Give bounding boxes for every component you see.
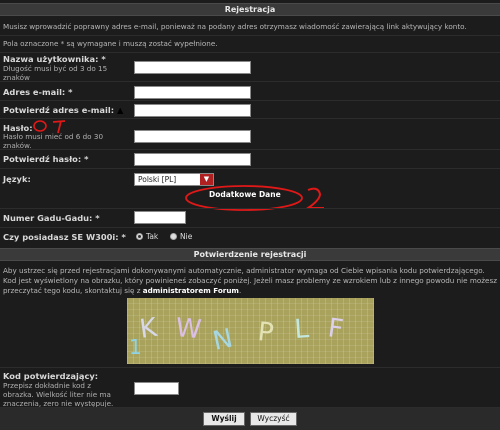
registration-title: Rejestracja (0, 3, 500, 16)
email-info-text: Musisz wprowadzić poprawny adres e-mail,… (3, 22, 467, 31)
password-confirm-label: Potwierdź hasło: * (3, 154, 88, 164)
captcha-letter: N (210, 323, 235, 356)
username-hint: Długość musi być od 3 do 15 znaków (3, 64, 108, 82)
radio-no-label: Nie (180, 232, 193, 241)
code-input[interactable] (134, 382, 179, 395)
required-mark: * (68, 87, 73, 97)
required-mark: * (95, 213, 100, 223)
w300i-label-text: Czy posiadasz SE W300i: (3, 232, 119, 242)
gg-input[interactable] (134, 211, 186, 224)
annotation-circle-1 (33, 120, 66, 134)
divider (0, 367, 500, 368)
w300i-label: Czy posiadasz SE W300i: * (3, 232, 126, 242)
divider (0, 100, 500, 101)
email-confirm-input[interactable] (134, 104, 251, 117)
captcha-graphic: K W N P L F 1 (129, 313, 345, 359)
code-label: Kod potwierdzający: (3, 371, 99, 381)
radio-yes[interactable] (136, 233, 143, 240)
annotation-circle-2 (185, 185, 324, 211)
required-mark: * (84, 154, 89, 164)
divider (0, 35, 500, 36)
email-label: Adres e-mail: * (3, 87, 72, 97)
required-mark: * (121, 232, 126, 242)
required-info-text: Pola oznaczone * są wymagane i muszą zos… (3, 39, 218, 48)
required-mark: ▲ (116, 105, 124, 115)
required-mark: * (101, 54, 106, 64)
code-hint: Przepisz dokładnie kod z obrazka. Wielko… (3, 381, 114, 408)
divider (0, 52, 500, 53)
radio-no[interactable] (170, 233, 177, 240)
gg-label-text: Numer Gadu-Gadu: (3, 213, 93, 223)
language-select-value: Polski [PL] (138, 175, 177, 184)
reset-button[interactable]: Wyczyść (250, 412, 297, 426)
captcha-letter: W (174, 313, 202, 345)
confirmation-info: Aby ustrzec się przed rejestracjami doko… (3, 266, 497, 295)
username-label-text: Nazwa użytkownika: (3, 54, 99, 64)
captcha-letter: P (256, 317, 275, 348)
password-input[interactable] (134, 130, 251, 143)
confirmation-title: Potwierdzenie rejestracji (0, 248, 500, 261)
divider (0, 227, 500, 228)
confirmation-info-text: Aby ustrzec się przed rejestracjami doko… (3, 266, 497, 295)
divider (0, 81, 500, 82)
password-confirm-label-text: Potwierdź hasło: (3, 154, 82, 164)
divider (0, 149, 500, 150)
email-input[interactable] (134, 86, 251, 99)
email-confirm-label-text: Potwierdź adres e-mail: (3, 105, 115, 115)
submit-button[interactable]: Wyślij (203, 412, 245, 426)
divider (0, 208, 500, 209)
divider (0, 168, 500, 169)
email-label-text: Adres e-mail: (3, 87, 66, 97)
registration-page: Rejestracja Musisz wprowadzić poprawny a… (0, 0, 500, 430)
radio-yes-label: Tak (146, 232, 159, 241)
captcha-letter: L (293, 314, 310, 345)
captcha-letter: F (326, 313, 345, 345)
email-confirm-label: Potwierdź adres e-mail: ▲ (3, 105, 123, 115)
username-input[interactable] (134, 61, 251, 74)
password-confirm-input[interactable] (134, 153, 251, 166)
username-label: Nazwa użytkownika: * (3, 54, 106, 64)
gg-label: Numer Gadu-Gadu: * (3, 213, 100, 223)
admin-contact-link[interactable]: administratorem Forum (143, 286, 239, 295)
captcha-digit: 1 (129, 335, 142, 359)
language-label: Język: (3, 174, 31, 184)
captcha-image: K W N P L F 1 (127, 298, 374, 364)
